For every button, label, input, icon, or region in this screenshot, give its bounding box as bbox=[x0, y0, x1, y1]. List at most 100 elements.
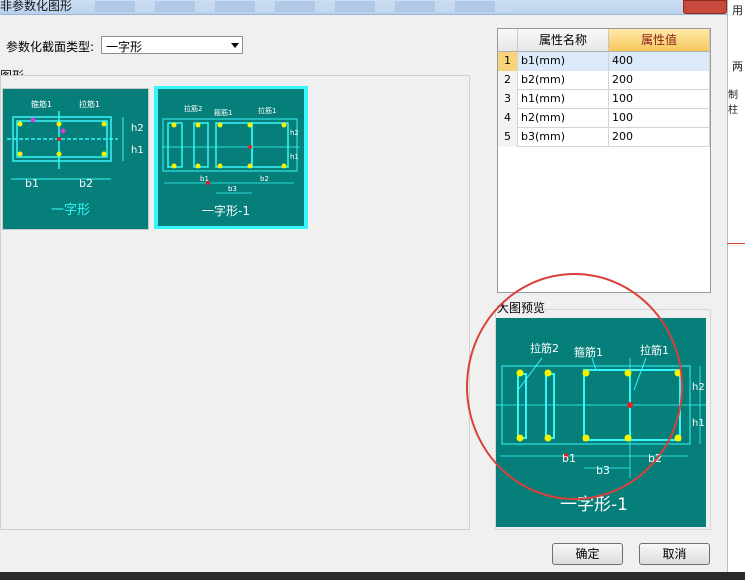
yizixing-diagram: 箍筋1 拉筋1 b1 b2 h2 h1 一字形 bbox=[7, 99, 144, 218]
rebar-dot bbox=[582, 434, 590, 442]
label-b3: b3 bbox=[596, 464, 610, 477]
table-row[interactable]: 1 b1(mm) 400 bbox=[498, 52, 710, 71]
label-h1: h1 bbox=[290, 153, 299, 161]
rebar-dot bbox=[582, 369, 590, 377]
section-type-select[interactable]: 一字形 bbox=[101, 36, 243, 54]
column-header-value: 属性值 bbox=[609, 29, 710, 52]
row-index: 4 bbox=[498, 109, 518, 128]
label-h2: h2 bbox=[131, 123, 144, 134]
stirrup-line bbox=[517, 373, 527, 439]
property-value[interactable]: 200 bbox=[609, 71, 710, 90]
preview-diagram: 拉筋2 箍筋1 拉筋1 b1 b2 b3 h2 h1 一字形-1 bbox=[496, 341, 706, 515]
property-value[interactable]: 100 bbox=[609, 109, 710, 128]
label-tie1: 拉筋1 bbox=[640, 343, 669, 357]
table-row[interactable]: 3 h1(mm) 100 bbox=[498, 90, 710, 109]
property-name: b2(mm) bbox=[518, 71, 609, 90]
marker-dot bbox=[60, 128, 66, 134]
section-type-label: 参数化截面类型: bbox=[6, 40, 95, 54]
label-tie2: 拉筋2 bbox=[184, 104, 202, 113]
label-h1: h1 bbox=[692, 418, 705, 429]
yizixing-1-diagram: 拉筋2 箍筋1 拉筋1 b1 b2 b3 h2 h1 一字形-1 bbox=[162, 104, 300, 218]
leader-line bbox=[633, 357, 647, 391]
rebar-dot bbox=[247, 122, 253, 128]
preview-caption: 一字形-1 bbox=[560, 495, 628, 515]
label-h2: h2 bbox=[692, 382, 705, 393]
stirrup-line bbox=[167, 122, 183, 168]
rebar-dot bbox=[516, 369, 524, 377]
rebar-dot bbox=[217, 122, 223, 128]
window-title: 非参数化图形 bbox=[0, 0, 73, 13]
rebar-dot bbox=[17, 121, 23, 127]
property-table: 属性名称 属性值 1 b1(mm) 400 2 b2(mm) 200 3 h1(… bbox=[497, 28, 711, 293]
outline-rect bbox=[162, 118, 298, 172]
property-value[interactable]: 400 bbox=[609, 52, 710, 71]
label-tie: 拉筋1 bbox=[79, 99, 100, 109]
preview-label: 大图预览 bbox=[497, 301, 546, 315]
label-b1: b1 bbox=[200, 175, 209, 183]
label-b1: b1 bbox=[25, 177, 39, 190]
background-text: 用 bbox=[732, 4, 743, 17]
cancel-button[interactable]: 取消 bbox=[639, 543, 710, 565]
rebar-dot bbox=[195, 163, 201, 169]
rebar-dot bbox=[195, 122, 201, 128]
column-header-name: 属性名称 bbox=[518, 29, 609, 52]
label-b2: b2 bbox=[79, 177, 93, 190]
rebar-dot bbox=[624, 369, 632, 377]
rebar-dot bbox=[17, 151, 23, 157]
label-stirrup: 箍筋1 bbox=[31, 99, 52, 109]
rebar-dot bbox=[56, 151, 62, 157]
property-name: b3(mm) bbox=[518, 128, 609, 147]
rebar-dot bbox=[624, 434, 632, 442]
rebar-dot bbox=[674, 434, 682, 442]
background-text: 制柱 bbox=[728, 90, 738, 116]
rebar-dot bbox=[247, 163, 253, 169]
stirrup-line bbox=[215, 122, 253, 168]
ok-button[interactable]: 确定 bbox=[552, 543, 623, 565]
background-text: 两 bbox=[732, 60, 743, 73]
rebar-dot bbox=[101, 151, 107, 157]
rebar-dot bbox=[171, 122, 177, 128]
chevron-down-icon[interactable] bbox=[231, 43, 239, 48]
title-bar: 非参数化图形 bbox=[0, 0, 745, 15]
label-stirrup: 箍筋1 bbox=[574, 345, 603, 359]
shape-caption: 一字形 bbox=[51, 203, 90, 218]
property-name: b1(mm) bbox=[518, 52, 609, 71]
rebar-dot bbox=[171, 163, 177, 169]
property-value[interactable]: 200 bbox=[609, 128, 710, 147]
center-dot bbox=[627, 402, 633, 408]
rebar-dot bbox=[674, 369, 682, 377]
table-row[interactable]: 4 h2(mm) 100 bbox=[498, 109, 710, 128]
marker-dot bbox=[30, 117, 36, 123]
stirrup-line bbox=[545, 373, 555, 439]
shape-thumbnail-yizixing[interactable]: 箍筋1 拉筋1 b1 b2 h2 h1 一字形 bbox=[2, 88, 149, 230]
table-row[interactable]: 2 b2(mm) 200 bbox=[498, 71, 710, 90]
table-row[interactable]: 5 b3(mm) 200 bbox=[498, 128, 710, 147]
background-window-strip: 用 两 制柱 bbox=[727, 0, 745, 580]
rebar-dot bbox=[281, 163, 287, 169]
rebar-dot bbox=[281, 122, 287, 128]
close-button[interactable] bbox=[683, 0, 727, 14]
rebar-dot bbox=[217, 163, 223, 169]
stirrup-line bbox=[193, 122, 209, 168]
shape-thumbnail-yizixing-1[interactable]: 拉筋2 箍筋1 拉筋1 b1 b2 b3 h2 h1 一字形-1 bbox=[158, 89, 304, 226]
stirrup-line bbox=[251, 122, 289, 168]
row-index: 3 bbox=[498, 90, 518, 109]
label-tie2: 拉筋2 bbox=[530, 341, 559, 355]
property-name: h2(mm) bbox=[518, 109, 609, 128]
taskbar-strip bbox=[0, 572, 745, 580]
large-preview: 拉筋2 箍筋1 拉筋1 b1 b2 b3 h2 h1 一字形-1 bbox=[496, 318, 706, 527]
column-header-index bbox=[498, 29, 518, 52]
row-index: 1 bbox=[498, 52, 518, 71]
label-b2: b2 bbox=[260, 175, 269, 183]
rebar-dot bbox=[544, 434, 552, 442]
label-h2: h2 bbox=[290, 129, 299, 137]
property-value[interactable]: 100 bbox=[609, 90, 710, 109]
label-stirrup: 箍筋1 bbox=[214, 108, 232, 117]
row-index: 5 bbox=[498, 128, 518, 147]
label-b2: b2 bbox=[648, 452, 662, 465]
label-b1: b1 bbox=[562, 452, 576, 465]
center-dot bbox=[248, 145, 252, 149]
section-type-value: 一字形 bbox=[106, 40, 143, 54]
label-b3: b3 bbox=[228, 185, 237, 193]
shape-caption: 一字形-1 bbox=[202, 203, 250, 218]
